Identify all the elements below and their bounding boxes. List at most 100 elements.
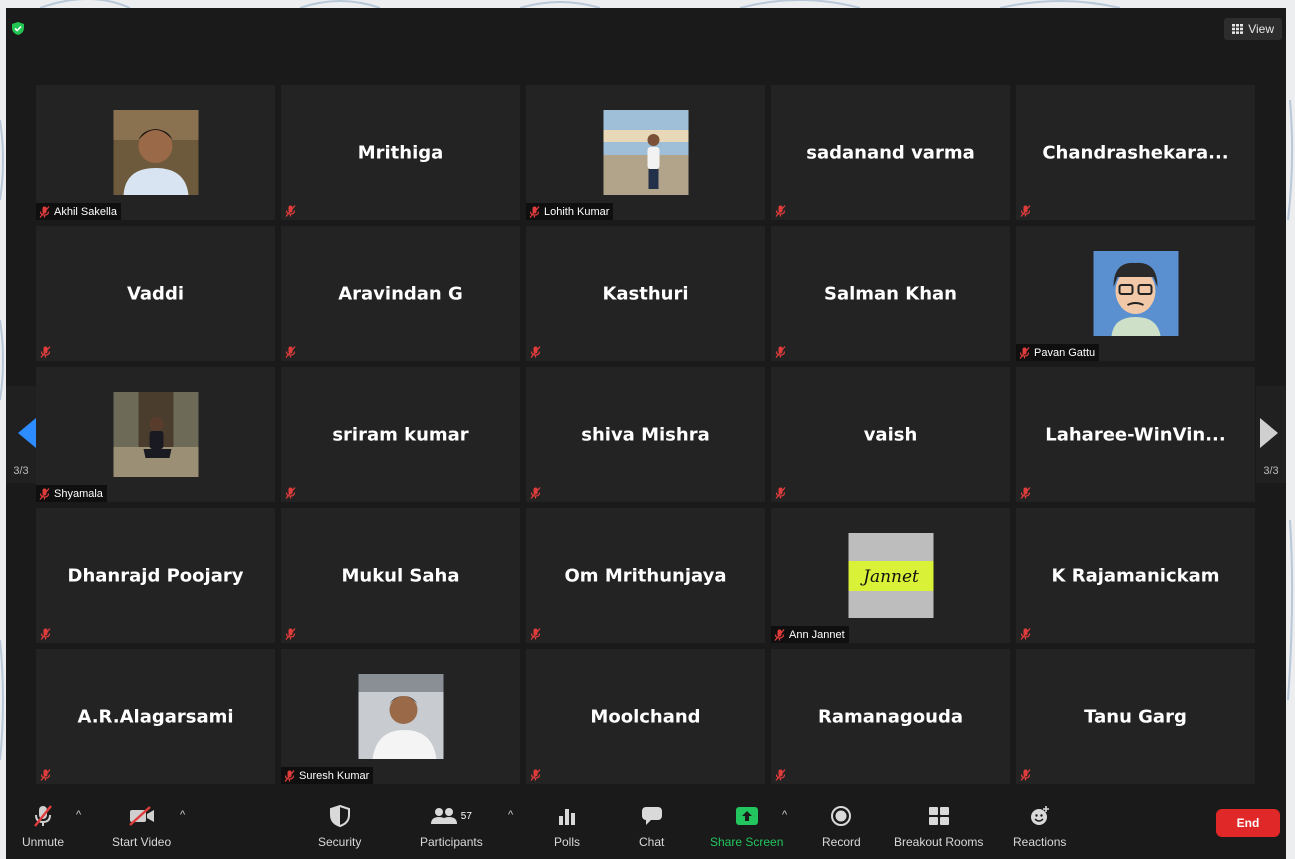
view-label: View [1248, 22, 1274, 36]
share-screen-button[interactable]: Share Screen [710, 803, 783, 849]
participant-tile[interactable]: Chandrashekara... [1016, 85, 1255, 220]
participant-grid: Akhil Sakella Mrithiga Lohith Kumar sadanan… [36, 85, 1255, 784]
start-video-button[interactable]: Start Video [112, 803, 171, 849]
video-options-caret-icon[interactable]: ^ [180, 809, 185, 821]
participant-name: shiva Mishra [581, 424, 710, 445]
mute-status [775, 769, 786, 781]
participant-tile[interactable]: sadanand varma [771, 85, 1010, 220]
muted-mic-icon [1020, 205, 1031, 217]
participant-tile[interactable]: Akhil Sakella [36, 85, 275, 220]
participants-options-caret-icon[interactable]: ^ [508, 809, 513, 821]
participant-name: Moolchand [590, 706, 701, 727]
participant-photo [1093, 251, 1178, 336]
participant-tile[interactable]: Om Mrithunjaya [526, 508, 765, 643]
participant-tile[interactable]: K Rajamanickam [1016, 508, 1255, 643]
participant-label-text: Shyamala [54, 487, 103, 500]
unmute-label: Unmute [22, 835, 65, 849]
participant-tile[interactable]: Pavan Gattu [1016, 226, 1255, 361]
participant-name: Aravindan G [338, 283, 463, 304]
participant-tile[interactable]: Mukul Saha [281, 508, 520, 643]
chat-label: Chat [639, 835, 665, 849]
participant-name: Chandrashekara... [1042, 142, 1229, 163]
participant-name: Kasthuri [602, 283, 689, 304]
previous-page-button[interactable]: 3/3 [6, 386, 36, 483]
participant-name: Laharee-WinVin... [1045, 424, 1226, 445]
participant-tile[interactable]: A.R.Alagarsami [36, 649, 275, 784]
participant-tile[interactable]: Dhanrajd Poojary [36, 508, 275, 643]
participants-button[interactable]: 57 Participants [420, 803, 483, 849]
page-indicator-left: 3/3 [13, 465, 29, 477]
participant-name: sadanand varma [806, 142, 975, 163]
participant-tile[interactable]: Kasthuri [526, 226, 765, 361]
participant-name: Vaddi [126, 283, 185, 304]
grid-view-icon [1232, 24, 1244, 34]
participant-tile[interactable]: Shyamala [36, 367, 275, 502]
mute-status [1020, 487, 1031, 499]
participant-tile[interactable]: Salman Khan [771, 226, 1010, 361]
share-screen-icon [735, 807, 758, 825]
muted-mic-icon [775, 346, 786, 358]
polls-icon [559, 809, 575, 825]
participant-tile[interactable]: Mrithiga [281, 85, 520, 220]
participant-photo [113, 110, 198, 195]
end-meeting-button[interactable]: End [1216, 809, 1280, 837]
next-page-button[interactable]: 3/3 [1256, 386, 1286, 483]
participant-tile[interactable]: Laharee-WinVin... [1016, 367, 1255, 502]
participant-label-text: Lohith Kumar [544, 205, 610, 218]
muted-mic-icon [39, 205, 50, 218]
breakout-rooms-button[interactable]: Breakout Rooms [894, 803, 983, 849]
arrow-left-icon [18, 418, 36, 448]
muted-mic-icon [530, 346, 541, 358]
audio-options-caret-icon[interactable]: ^ [76, 809, 81, 821]
mute-status [530, 487, 541, 499]
participant-tile[interactable]: shiva Mishra [526, 367, 765, 502]
participant-tile[interactable]: Suresh Kumar [281, 649, 520, 784]
record-button[interactable]: Record [822, 803, 861, 849]
muted-mic-icon [40, 769, 51, 781]
mute-status [1020, 628, 1031, 640]
breakout-rooms-label: Breakout Rooms [894, 835, 984, 849]
participant-tile[interactable]: Moolchand [526, 649, 765, 784]
security-label: Security [318, 835, 362, 849]
muted-mic-icon [285, 205, 296, 217]
record-label: Record [822, 835, 861, 849]
mute-status [1020, 769, 1031, 781]
chat-button[interactable]: Chat [639, 803, 664, 849]
share-options-caret-icon[interactable]: ^ [782, 809, 787, 821]
mute-status [775, 205, 786, 217]
participant-tile[interactable]: sriram kumar [281, 367, 520, 502]
meeting-window: View 3/3 3/3 Akhil Sakella Mrithiga Lohith… [6, 8, 1286, 859]
security-button[interactable]: Security [318, 803, 361, 849]
participant-tile[interactable]: vaish [771, 367, 1010, 502]
participants-label: Participants [420, 835, 483, 849]
muted-mic-icon [1019, 346, 1030, 359]
muted-mic-icon [40, 628, 51, 640]
polls-button[interactable]: Polls [554, 803, 580, 849]
participant-tile[interactable]: Tanu Garg [1016, 649, 1255, 784]
participant-label-text: Akhil Sakella [54, 205, 117, 218]
reactions-label: Reactions [1013, 835, 1067, 849]
start-video-label: Start Video [112, 835, 172, 849]
participant-name-label: Lohith Kumar [526, 203, 614, 220]
reactions-button[interactable]: Reactions [1013, 803, 1066, 849]
unmute-button[interactable]: Unmute [22, 803, 64, 849]
view-button[interactable]: View [1224, 18, 1282, 40]
muted-mic-icon [285, 346, 296, 358]
muted-mic-icon [775, 769, 786, 781]
encryption-shield-icon[interactable] [12, 22, 24, 35]
participant-label-text: Pavan Gattu [1034, 346, 1096, 359]
participant-tile[interactable]: Ramanagouda [771, 649, 1010, 784]
participant-name: A.R.Alagarsami [77, 706, 234, 727]
participant-tile[interactable]: Vaddi [36, 226, 275, 361]
participant-photo [113, 392, 198, 477]
jannet-photo-text: Jannet [860, 567, 919, 587]
mute-status [40, 346, 51, 358]
participant-photo: Jannet [848, 533, 933, 618]
mute-status [285, 205, 296, 217]
muted-mic-icon [530, 628, 541, 640]
participant-tile[interactable]: Jannet Ann Jannet [771, 508, 1010, 643]
participant-tile[interactable]: Aravindan G [281, 226, 520, 361]
participant-tile[interactable]: Lohith Kumar [526, 85, 765, 220]
participant-name: Om Mrithunjaya [564, 565, 727, 586]
mute-status [1020, 205, 1031, 217]
